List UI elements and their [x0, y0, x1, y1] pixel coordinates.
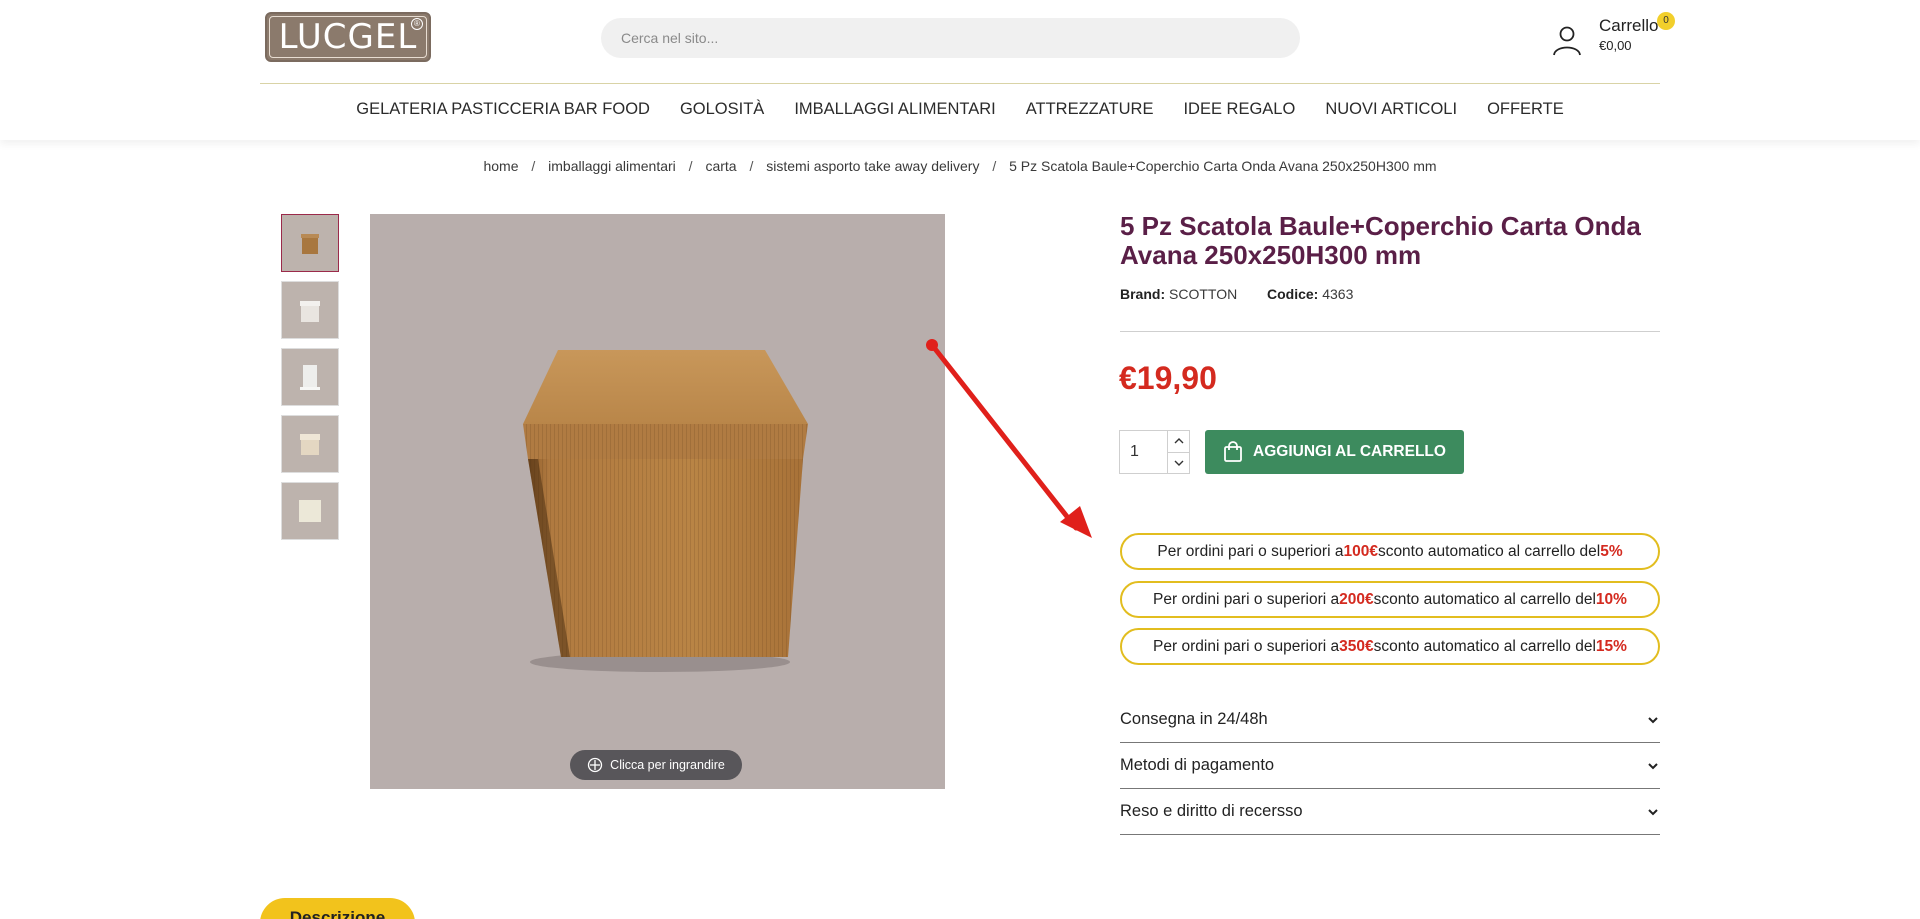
- cart-link[interactable]: Carrello €0,00: [1599, 16, 1659, 53]
- breadcrumb-asporto[interactable]: sistemi asporto take away delivery: [766, 158, 979, 174]
- nav-item-nuovi-articoli[interactable]: NUOVI ARTICOLI: [1310, 100, 1472, 119]
- promo-discount: 15%: [1595, 637, 1627, 655]
- accordion-label: Reso e diritto di recersso: [1120, 802, 1303, 820]
- brand-value[interactable]: SCOTTON: [1169, 286, 1237, 302]
- breadcrumb-carta[interactable]: carta: [705, 158, 736, 174]
- thumbnail-1[interactable]: [281, 214, 339, 272]
- promo-text: sconto automatico al carrello del: [1377, 542, 1601, 560]
- user-account-icon[interactable]: [1552, 24, 1582, 56]
- nav-item-imballaggi[interactable]: IMBALLAGGI ALIMENTARI: [779, 100, 1010, 119]
- thumbnail-box-white-open: [300, 301, 320, 322]
- product-box-illustration: [523, 350, 808, 672]
- shopping-bag-icon: [1224, 441, 1242, 462]
- chevron-down-icon: [1648, 716, 1658, 723]
- thumbnail-box-white-side: [300, 365, 320, 390]
- chevron-down-icon: [1648, 808, 1658, 815]
- nav-item-offerte[interactable]: OFFERTE: [1472, 100, 1579, 119]
- accordion-label: Metodi di pagamento: [1120, 756, 1275, 774]
- logo-text: LUCGEL: [278, 17, 418, 57]
- site-logo[interactable]: LUCGEL ®: [265, 12, 431, 62]
- promo-banner: Per ordini pari o superiori a 100€ scont…: [1120, 533, 1660, 570]
- promo-text: sconto automatico al carrello del: [1373, 637, 1596, 655]
- breadcrumb-separator: /: [688, 158, 693, 174]
- tab-descrizione[interactable]: Descrizione: [260, 898, 415, 919]
- product-title: 5 Pz Scatola Baule+Coperchio Carta Onda …: [1120, 211, 1641, 270]
- thumbnail-5[interactable]: [281, 482, 339, 540]
- chevron-down-icon: [1648, 762, 1658, 769]
- thumbnail-3[interactable]: [281, 348, 339, 406]
- breadcrumb-separator: /: [531, 158, 536, 174]
- main-product-image[interactable]: Clicca per ingrandire: [370, 214, 945, 789]
- promo-text: Per ordini pari o superiori a: [1153, 590, 1340, 608]
- cart-total: €0,00: [1599, 38, 1632, 53]
- info-divider: [1120, 331, 1660, 332]
- promo-text: Per ordini pari o superiori a: [1153, 637, 1340, 655]
- accordion-reso[interactable]: Reso e diritto di recersso: [1120, 789, 1660, 835]
- nav-item-attrezzature[interactable]: ATTREZZATURE: [1011, 100, 1169, 119]
- accordion-consegna[interactable]: Consegna in 24/48h: [1120, 697, 1660, 743]
- thumbnail-box-ivory: [299, 500, 321, 522]
- breadcrumb-current: 5 Pz Scatola Baule+Coperchio Carta Onda …: [1009, 158, 1437, 174]
- site-header: LUCGEL ® Carrello €0,00 0 GELATERIA PAST…: [0, 0, 1920, 140]
- header-divider: [260, 83, 1660, 84]
- breadcrumb-imballaggi[interactable]: imballaggi alimentari: [548, 158, 676, 174]
- quantity-arrows: [1167, 431, 1189, 473]
- nav-item-golosita[interactable]: GOLOSITÀ: [665, 100, 779, 119]
- quantity-decrease-button[interactable]: [1168, 451, 1189, 474]
- add-to-cart-button[interactable]: AGGIUNGI AL CARRELLO: [1205, 430, 1464, 474]
- code-label: Codice:: [1267, 286, 1319, 302]
- promo-amount: 100€: [1343, 542, 1378, 560]
- thumbnail-box-cream: [300, 434, 320, 455]
- promo-amount: 200€: [1339, 590, 1374, 608]
- breadcrumb-separator: /: [749, 158, 754, 174]
- chevron-down-icon: [1174, 460, 1183, 466]
- accordion-label: Consegna in 24/48h: [1120, 710, 1268, 728]
- promo-discount: 10%: [1595, 590, 1627, 608]
- quantity-input[interactable]: [1120, 431, 1167, 473]
- nav-item-gelateria[interactable]: GELATERIA PASTICCERIA BAR FOOD: [341, 100, 665, 119]
- thumbnail-2[interactable]: [281, 281, 339, 339]
- brand-label: Brand:: [1120, 286, 1166, 302]
- promo-text: Per ordini pari o superiori a: [1157, 542, 1344, 560]
- red-arrow-annotation: [926, 339, 1092, 538]
- promo-discount: 5%: [1600, 542, 1623, 560]
- code-value: 4363: [1322, 286, 1354, 302]
- nav-item-idee-regalo[interactable]: IDEE REGALO: [1168, 100, 1310, 119]
- registered-mark: ®: [411, 18, 423, 30]
- accordion-pagamento[interactable]: Metodi di pagamento: [1120, 743, 1660, 789]
- breadcrumb-home[interactable]: home: [483, 158, 518, 174]
- logo-frame: LUCGEL ®: [269, 16, 427, 58]
- quantity-increase-button[interactable]: [1168, 431, 1189, 452]
- thumbnail-4[interactable]: [281, 415, 339, 473]
- main-nav: GELATERIA PASTICCERIA BAR FOOD GOLOSITÀ …: [0, 100, 1920, 119]
- thumbnail-list: [281, 214, 339, 549]
- search-input[interactable]: [621, 30, 1300, 46]
- promo-banner: Per ordini pari o superiori a 200€ scont…: [1120, 581, 1660, 618]
- product-price: €19,90: [1119, 360, 1217, 396]
- promo-amount: 350€: [1339, 637, 1374, 655]
- quantity-stepper[interactable]: [1119, 430, 1190, 474]
- add-to-cart-label: AGGIUNGI AL CARRELLO: [1253, 443, 1446, 460]
- chevron-up-icon: [1174, 438, 1183, 444]
- breadcrumb: home / imballaggi alimentari / carta / s…: [0, 158, 1920, 174]
- promo-text: sconto automatico al carrello del: [1373, 590, 1596, 608]
- promo-banner: Per ordini pari o superiori a 350€ scont…: [1120, 628, 1660, 665]
- product-meta: Brand: SCOTTON Codice: 4363: [1120, 286, 1353, 302]
- zoom-button[interactable]: Clicca per ingrandire: [570, 750, 742, 780]
- thumbnail-box-kraft: [301, 234, 319, 254]
- search-bar[interactable]: [601, 18, 1300, 58]
- cart-label: Carrello: [1599, 16, 1659, 35]
- magnify-icon: [588, 757, 603, 773]
- zoom-label: Clicca per ingrandire: [610, 758, 725, 772]
- breadcrumb-separator: /: [992, 158, 997, 174]
- cart-count-badge: 0: [1657, 12, 1675, 30]
